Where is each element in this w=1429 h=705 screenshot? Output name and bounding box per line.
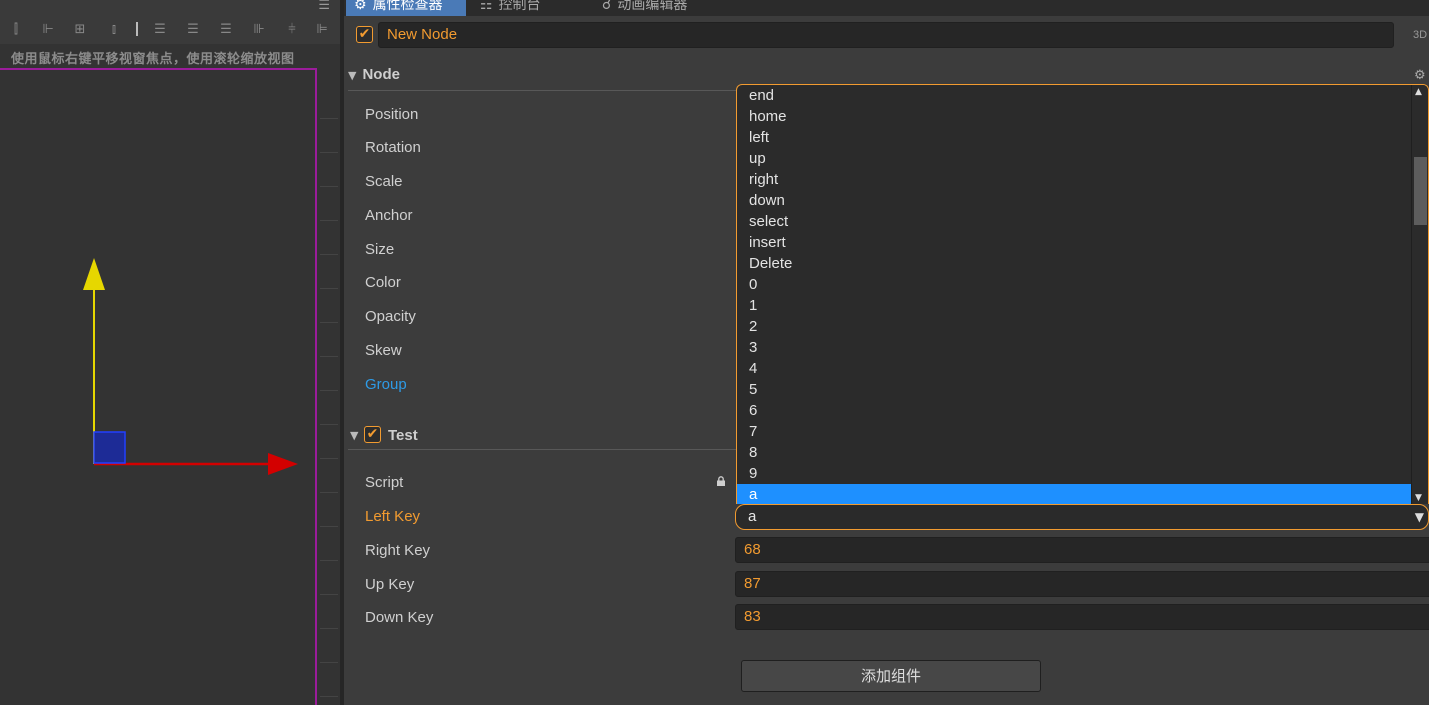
node-section-title: Node — [362, 66, 400, 83]
chevron-down-icon: ▼ — [1414, 510, 1424, 524]
lock-icon — [717, 476, 725, 486]
tab-bar: ⚙ 属性检查器 ☷ 控制台 ☌ 动画编辑器 — [344, 0, 1429, 16]
dropdown-option[interactable]: 0 — [737, 274, 1412, 295]
prop-label-right-key: Right Key — [365, 542, 431, 559]
collapse-arrow-icon[interactable]: ▼ — [350, 429, 358, 442]
test-enabled-checkbox[interactable]: ✔ — [364, 426, 381, 443]
dropdown-option[interactable]: down — [737, 190, 1412, 211]
prop-label-down-key: Down Key — [365, 609, 434, 626]
collapse-arrow-icon: ▼ — [348, 69, 357, 82]
dropdown-options: end home left up right down select insert Delete… — [737, 85, 1412, 504]
dropdown-option[interactable]: up — [737, 148, 1412, 169]
prop-label-scale: Scale — [365, 173, 403, 190]
prop-label-position: Position — [365, 106, 419, 123]
prop-label-anchor: Anchor — [365, 207, 413, 224]
prop-label-up-key: Up Key — [365, 576, 415, 593]
dropdown-option[interactable]: end — [737, 85, 1412, 106]
prop-label-rotation: Rotation — [365, 139, 421, 156]
node-active-checkbox[interactable]: ✔ — [356, 26, 373, 43]
dropdown-option[interactable]: 4 — [737, 358, 1412, 379]
tab-console[interactable]: ☷ 控制台 — [472, 0, 582, 16]
dropdown-scrollbar[interactable]: ▲ ▼ — [1411, 85, 1428, 504]
scroll-up-icon[interactable]: ▲ — [1415, 87, 1422, 97]
dropdown-option[interactable]: a — [737, 484, 1412, 504]
down-key-field[interactable]: 83 — [735, 604, 1429, 630]
scene-panel: ⫿ ⊩ ⊞ ⫾ ☰ ☰ ☰ ⊪ ⫩ ⊫ ☰ 使用鼠标右键平移视窗焦点，使用滚轮缩… — [0, 0, 340, 705]
dropdown-option[interactable]: 6 — [737, 400, 1412, 421]
dropdown-option[interactable]: left — [737, 127, 1412, 148]
gizmo-center-handle — [93, 431, 126, 464]
dropdown-option[interactable]: right — [737, 169, 1412, 190]
dropdown-option[interactable]: select — [737, 211, 1412, 232]
scroll-down-icon[interactable]: ▼ — [1415, 493, 1422, 503]
transform-gizmo[interactable] — [0, 0, 340, 705]
test-section-title: Test — [388, 427, 418, 444]
up-key-field[interactable]: 87 — [735, 571, 1429, 597]
gizmo-x-arrow-icon — [268, 453, 298, 475]
prop-label-group[interactable]: Group — [365, 376, 407, 393]
dropdown-option[interactable]: insert — [737, 232, 1412, 253]
key-dropdown-list[interactable]: end home left up right down select insert Delete… — [736, 84, 1429, 504]
gear-icon[interactable]: ⚙ — [1414, 68, 1426, 83]
left-key-select[interactable]: a ▼ — [735, 504, 1429, 530]
animation-icon: ☌ — [602, 0, 612, 13]
prop-label-skew: Skew — [365, 342, 402, 359]
prop-label-opacity: Opacity — [365, 308, 416, 325]
dropdown-option[interactable]: 7 — [737, 421, 1412, 442]
scroll-thumb[interactable] — [1414, 157, 1427, 225]
dropdown-option[interactable]: home — [737, 106, 1412, 127]
gizmo-y-arrow-icon — [83, 258, 105, 290]
node-header: ✔ New Node 3D — [344, 16, 1429, 60]
dropdown-option[interactable]: 9 — [737, 463, 1412, 484]
3d-toggle[interactable]: 3D — [1413, 29, 1427, 41]
prop-label-color: Color — [365, 274, 401, 291]
node-name-input[interactable]: New Node — [378, 22, 1394, 48]
dropdown-option[interactable]: 5 — [737, 379, 1412, 400]
gear-icon: ⚙ — [354, 0, 367, 13]
tab-inspector[interactable]: ⚙ 属性检查器 — [346, 0, 466, 16]
prop-label-script: Script — [365, 474, 404, 491]
prop-label-size: Size — [365, 241, 395, 258]
tab-animation-editor[interactable]: ☌ 动画编辑器 — [594, 0, 724, 16]
add-component-button[interactable]: 添加组件 — [741, 660, 1041, 692]
right-key-field[interactable]: 68 — [735, 537, 1429, 563]
dropdown-option[interactable]: Delete — [737, 253, 1412, 274]
dropdown-option[interactable]: 2 — [737, 316, 1412, 337]
dropdown-option[interactable]: 1 — [737, 295, 1412, 316]
left-key-value: a — [748, 508, 757, 525]
dropdown-option[interactable]: 3 — [737, 337, 1412, 358]
console-list-icon: ☷ — [480, 0, 493, 13]
prop-label-left-key: Left Key — [365, 508, 421, 525]
dropdown-option[interactable]: 8 — [737, 442, 1412, 463]
